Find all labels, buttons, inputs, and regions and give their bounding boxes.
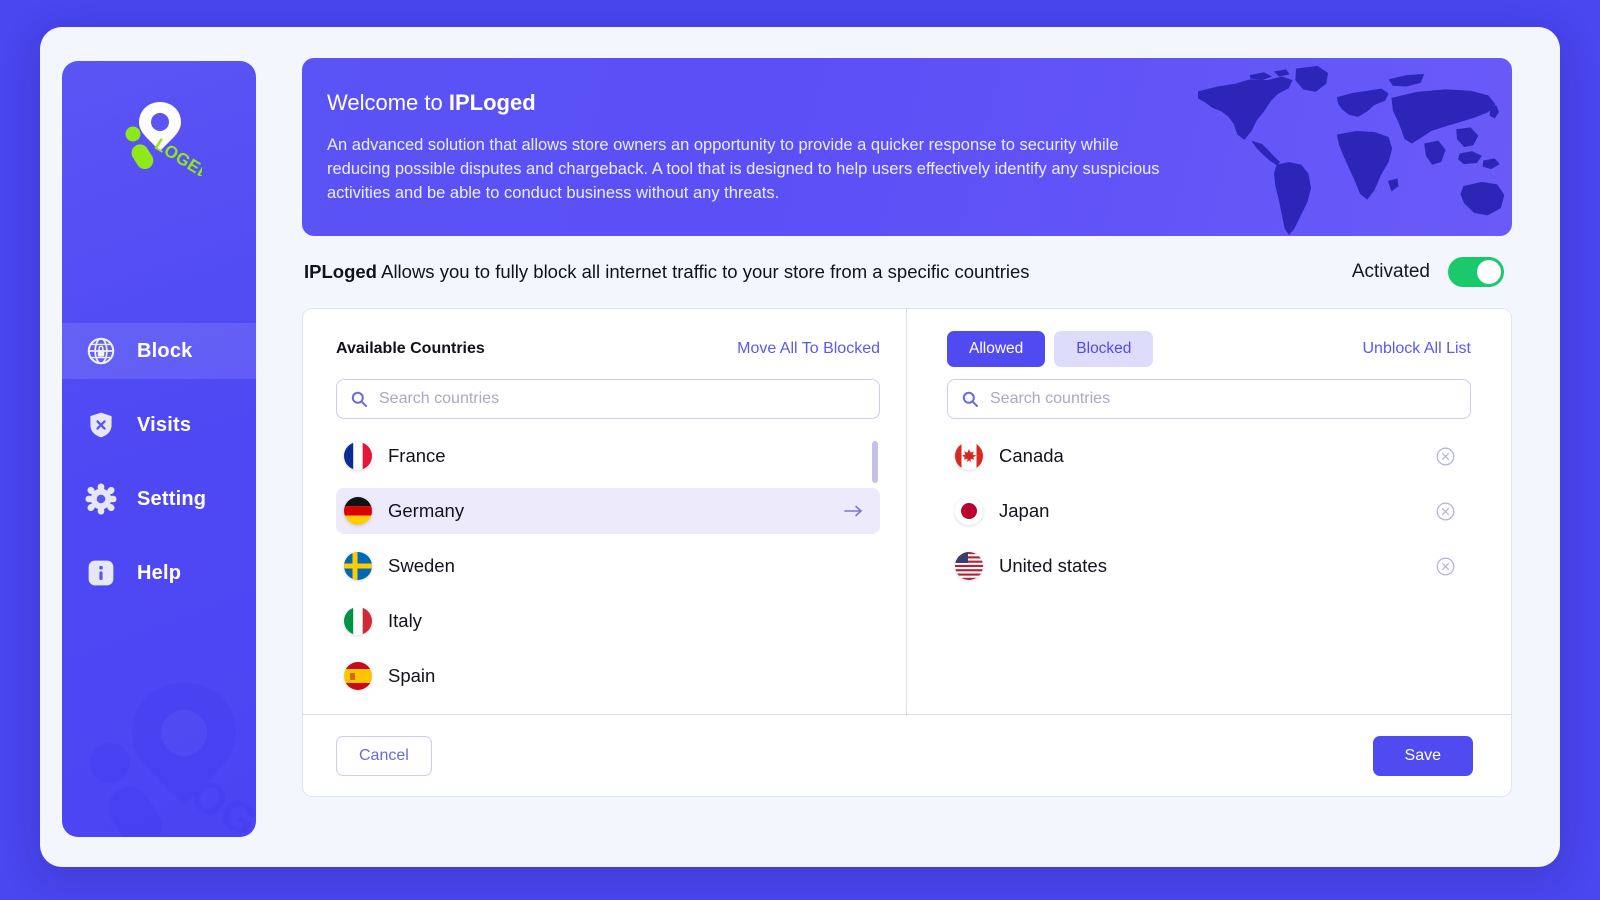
flag-italy-icon xyxy=(344,607,372,635)
feature-subtitle-brand: IPLoged xyxy=(304,261,377,282)
flag-spain-icon xyxy=(344,662,372,690)
list-item[interactable]: United states xyxy=(947,543,1471,589)
activate-toggle[interactable] xyxy=(1448,257,1504,287)
flag-france-icon xyxy=(344,442,372,470)
country-name: Japan xyxy=(999,500,1050,521)
cancel-button[interactable]: Cancel xyxy=(336,735,432,776)
country-name: Spain xyxy=(388,665,436,686)
search-icon xyxy=(962,391,978,407)
search-icon xyxy=(351,391,367,407)
country-name: Canada xyxy=(999,445,1064,466)
sidebar-logo-watermark: LOGED xyxy=(72,653,256,837)
search-input[interactable] xyxy=(990,390,1470,408)
remove-country-icon[interactable] xyxy=(1436,557,1455,576)
list-item[interactable]: Japan xyxy=(947,488,1471,534)
sidebar-nav: Block Visits Setting Help xyxy=(62,323,256,619)
save-button[interactable]: Save xyxy=(1372,735,1473,776)
list-item[interactable]: France xyxy=(336,433,880,479)
sidebar-item-setting[interactable]: Setting xyxy=(62,471,256,527)
feature-subtitle-row: IPLoged Allows you to fully block all in… xyxy=(302,236,1512,308)
country-block-panel: Available Countries Move All To Blocked xyxy=(302,308,1512,797)
country-name: France xyxy=(388,445,446,466)
search-input[interactable] xyxy=(379,390,879,408)
list-scrollbar[interactable] xyxy=(872,441,878,721)
svg-text:LOGED: LOGED xyxy=(151,135,202,176)
list-item[interactable]: Italy xyxy=(336,598,880,644)
country-name: Germany xyxy=(388,500,465,521)
sidebar-item-label: Block xyxy=(137,339,193,362)
iploged-logo-icon: LOGED xyxy=(116,94,215,184)
selected-country-list: Canada Japan United states xyxy=(947,433,1471,589)
banner-title-brand: IPLoged xyxy=(448,90,536,115)
welcome-banner: Welcome to IPLoged An advanced solution … xyxy=(302,58,1512,236)
sidebar-item-visits[interactable]: Visits xyxy=(62,397,256,453)
sidebar-item-label: Visits xyxy=(137,413,192,436)
move-right-arrow-icon[interactable] xyxy=(844,504,864,518)
list-item[interactable]: Germany xyxy=(336,488,880,534)
banner-title-prefix: Welcome to xyxy=(327,90,449,115)
gear-icon xyxy=(84,482,118,516)
available-countries-title: Available Countries xyxy=(336,340,485,357)
list-mode-tabs: Allowed Blocked xyxy=(947,331,1154,367)
activate-control: Activated xyxy=(1352,257,1504,287)
flag-japan-icon xyxy=(955,497,983,525)
sidebar-item-help[interactable]: Help xyxy=(62,545,256,601)
main-content: Welcome to IPLoged An advanced solution … xyxy=(302,27,1560,867)
flag-united-states-icon xyxy=(955,552,983,580)
list-item[interactable]: Canada xyxy=(947,433,1471,479)
toggle-knob xyxy=(1477,260,1501,284)
available-country-list: France Germany Sweden Italy Spain xyxy=(336,433,880,699)
selected-countries-column: Allowed Blocked Unblock All List Search … xyxy=(907,309,1511,716)
globe-lock-icon xyxy=(84,334,118,368)
info-icon xyxy=(84,556,118,590)
country-name: United states xyxy=(999,555,1107,576)
remove-country-icon[interactable] xyxy=(1436,447,1455,466)
feature-subtitle: IPLoged Allows you to fully block all in… xyxy=(304,261,1030,283)
available-countries-column: Available Countries Move All To Blocked xyxy=(303,309,907,716)
app-logo: LOGED xyxy=(62,87,256,184)
world-map-icon xyxy=(1196,58,1512,236)
banner-title: Welcome to IPLoged xyxy=(327,90,1476,116)
tab-allowed[interactable]: Allowed xyxy=(947,331,1046,367)
selected-search[interactable] xyxy=(947,379,1471,419)
country-name: Sweden xyxy=(388,555,455,576)
banner-description: An advanced solution that allows store o… xyxy=(327,136,1160,202)
flag-germany-icon xyxy=(344,497,372,525)
shield-x-icon xyxy=(84,408,118,442)
sidebar-item-label: Help xyxy=(137,561,182,584)
svg-text:LOGED: LOGED xyxy=(159,755,256,837)
panel-columns: Available Countries Move All To Blocked xyxy=(303,309,1511,716)
available-search[interactable] xyxy=(336,379,880,419)
sidebar-item-block[interactable]: Block xyxy=(62,323,256,379)
remove-country-icon[interactable] xyxy=(1436,502,1455,521)
selected-header: Allowed Blocked Unblock All List xyxy=(947,331,1472,367)
flag-canada-icon xyxy=(955,442,983,470)
available-header: Available Countries Move All To Blocked xyxy=(336,333,880,365)
app-window: LOGED Block Visits Setting Help LOGED We… xyxy=(40,27,1560,867)
sidebar: LOGED Block Visits Setting Help LOGED xyxy=(62,61,256,837)
list-item[interactable]: Spain xyxy=(336,653,880,699)
unblock-all-list-link[interactable]: Unblock All List xyxy=(1363,340,1472,358)
flag-sweden-icon xyxy=(344,552,372,580)
list-item[interactable]: Sweden xyxy=(336,543,880,589)
tab-blocked[interactable]: Blocked xyxy=(1054,331,1154,367)
panel-footer: Cancel Save xyxy=(303,714,1511,796)
scrollbar-thumb[interactable] xyxy=(872,441,878,483)
sidebar-item-label: Setting xyxy=(137,487,207,510)
country-name: Italy xyxy=(388,610,422,631)
move-all-to-blocked-link[interactable]: Move All To Blocked xyxy=(737,340,880,358)
activate-label: Activated xyxy=(1351,261,1430,282)
feature-subtitle-text: Allows you to fully block all internet t… xyxy=(376,261,1030,282)
